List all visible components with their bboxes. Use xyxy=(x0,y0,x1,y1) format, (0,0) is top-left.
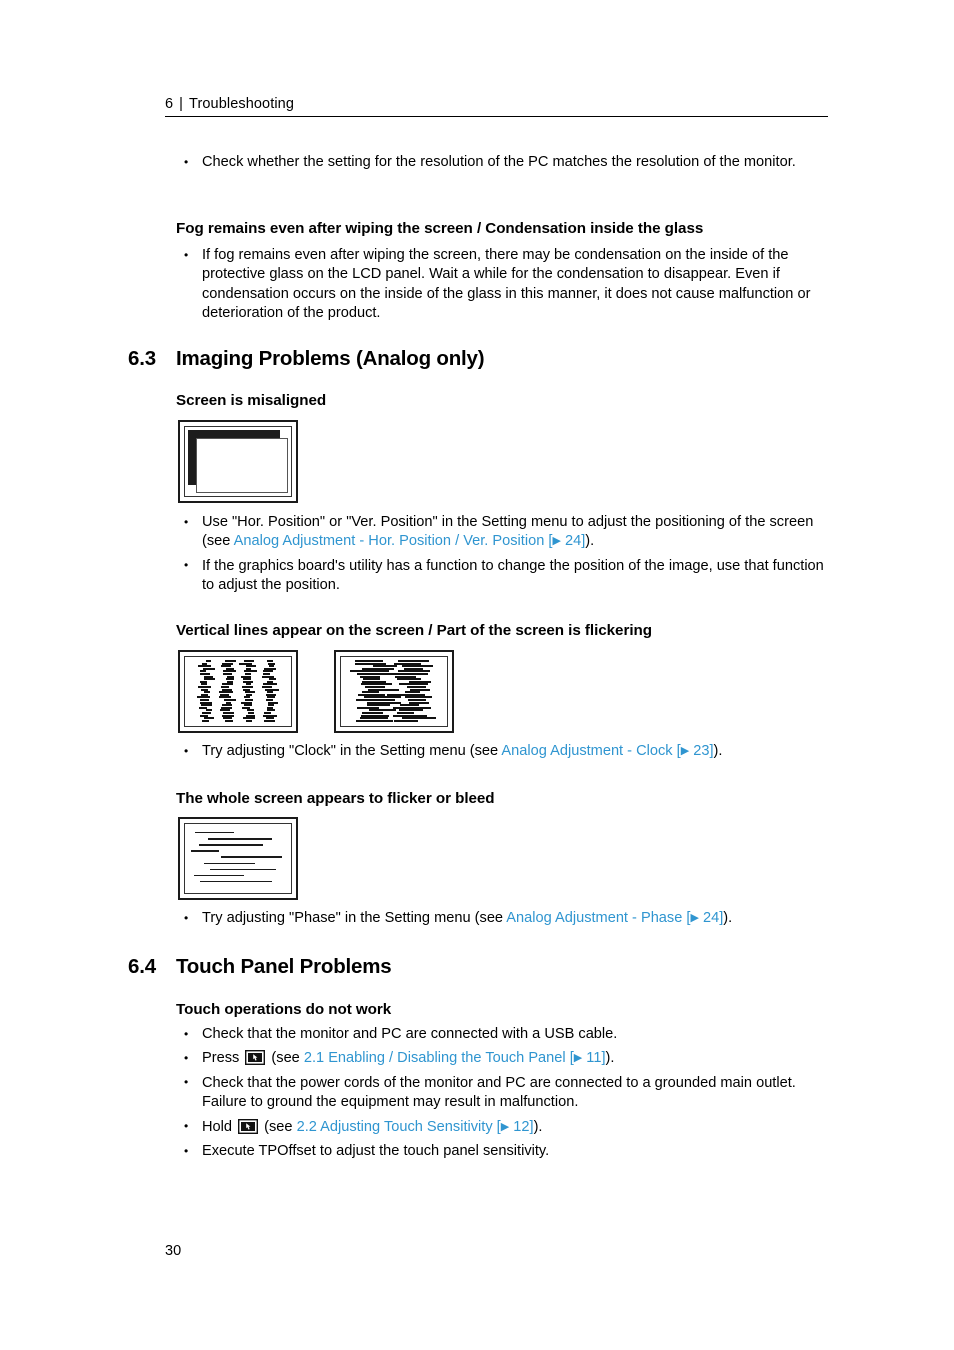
list-item: Use "Hor. Position" or "Ver. Position" i… xyxy=(176,513,836,552)
list-item: If fog remains even after wiping the scr… xyxy=(176,246,836,324)
monitor-screen-area xyxy=(184,823,292,894)
bullet-text-pre: Hold xyxy=(202,1118,237,1135)
bullet-text-post: ). xyxy=(605,1050,615,1067)
header-chapter-number: 6 xyxy=(165,96,174,112)
list-item: Check that the power cords of the monito… xyxy=(176,1073,836,1113)
list-item: Hold (see 2.2 Adjusting Touch Sensitivit… xyxy=(176,1117,836,1137)
monitor-flicker-noise-figure xyxy=(334,650,454,733)
bullet-text-pre: Try adjusting "Phase" in the Setting men… xyxy=(202,910,507,926)
list-item: Try adjusting "Clock" in the Setting men… xyxy=(176,741,836,761)
subheading-touch-operations: Touch operations do not work xyxy=(176,1001,392,1018)
subheading-screen-misaligned: Screen is misaligned xyxy=(176,392,327,409)
fog-bullet-list: If fog remains even after wiping the scr… xyxy=(176,246,836,324)
list-item: If the graphics board's utility has a fu… xyxy=(176,556,836,596)
bullet-text-post: ). xyxy=(585,533,595,550)
phase-bullet-list: Try adjusting "Phase" in the Setting men… xyxy=(176,908,836,928)
section-heading-6-4: 6.4 Touch Panel Problems xyxy=(128,955,392,979)
xref-label: Analog Adjustment - Hor. Position / Ver.… xyxy=(233,533,553,550)
monitor-misaligned-screen-figure xyxy=(178,420,298,503)
monitor-screen-area xyxy=(184,426,292,497)
document-page: 6 | Troubleshooting Check whether the sett… xyxy=(0,0,954,1350)
bullet-text-pre: Press xyxy=(202,1050,244,1067)
section-number: 6.4 xyxy=(128,955,156,978)
bullet-text-mid: (see xyxy=(267,1050,304,1067)
xref-label: Analog Adjustment - Phase [ xyxy=(506,910,691,926)
header-separator: | xyxy=(179,96,184,112)
monitor-flicker-bleed-figure xyxy=(178,817,298,900)
xref-page: 24] xyxy=(560,533,586,550)
fog-section-heading: Fog remains even after wiping the screen… xyxy=(176,220,704,237)
section-heading-6-3: 6.3 Imaging Problems (Analog only) xyxy=(128,347,485,371)
monitor-vertical-lines-figure xyxy=(178,650,298,733)
xref-link-hor-ver-position[interactable]: Analog Adjustment - Hor. Position / Ver.… xyxy=(234,533,586,549)
xref-link-clock[interactable]: Analog Adjustment - Clock [▶ 23] xyxy=(501,743,713,759)
xref-link-adjusting-touch-sensitivity[interactable]: 2.2 Adjusting Touch Sensitivity [▶ 12] xyxy=(297,1119,534,1135)
xref-link-phase[interactable]: Analog Adjustment - Phase [▶ 24] xyxy=(506,910,723,926)
bullet-text-post: ). xyxy=(533,1118,543,1135)
section-number: 6.3 xyxy=(128,347,156,370)
xref-page: 11] xyxy=(582,1050,606,1067)
list-item: Try adjusting "Phase" in the Setting men… xyxy=(176,908,836,928)
subheading-vertical-lines: Vertical lines appear on the screen / Pa… xyxy=(176,622,652,639)
section-title: Imaging Problems (Analog only) xyxy=(176,347,485,370)
section-title: Touch Panel Problems xyxy=(176,955,392,978)
list-item: Execute TPOffset to adjust the touch pan… xyxy=(176,1142,836,1162)
list-item: Press (see 2.1 Enabling / Disabling the … xyxy=(176,1049,836,1069)
header-rule xyxy=(165,116,828,117)
misaligned-image-block xyxy=(196,438,288,493)
bullet-text-pre: Try adjusting "Clock" in the Setting men… xyxy=(202,743,502,759)
xref-label: 2.1 Enabling / Disabling the Touch Panel… xyxy=(303,1050,574,1067)
xref-page: 23] xyxy=(689,743,714,759)
list-item: Check whether the setting for the resolu… xyxy=(176,152,836,172)
bullet-text-post: ). xyxy=(713,743,723,759)
monitor-screen-area xyxy=(340,656,448,727)
xref-label: Analog Adjustment - Clock [ xyxy=(501,743,681,759)
xref-arrow-icon: ▶ xyxy=(690,912,699,924)
running-header: 6 | Troubleshooting xyxy=(165,96,828,117)
xref-page: 24] xyxy=(698,910,724,926)
xref-arrow-icon: ▶ xyxy=(680,745,690,757)
misaligned-bullet-list: Use "Hor. Position" or "Ver. Position" i… xyxy=(176,513,836,596)
xref-page: 12] xyxy=(509,1118,534,1135)
intro-bullet-list: Check whether the setting for the resolu… xyxy=(176,152,836,172)
xref-arrow-icon: ▶ xyxy=(500,1120,510,1133)
xref-label: 2.2 Adjusting Touch Sensitivity [ xyxy=(296,1118,501,1135)
monitor-screen-area xyxy=(184,656,292,727)
header-chapter-title: Troubleshooting xyxy=(189,96,294,112)
list-item: Check that the monitor and PC are connec… xyxy=(176,1024,836,1044)
xref-link-enabling-touch-panel[interactable]: 2.1 Enabling / Disabling the Touch Panel… xyxy=(304,1050,606,1066)
subheading-whole-screen-flicker: The whole screen appears to flicker or b… xyxy=(176,790,495,807)
bullet-text-post: ). xyxy=(723,910,733,926)
touch-panel-key-icon xyxy=(238,1118,259,1134)
xref-arrow-icon: ▶ xyxy=(552,535,561,548)
header-text: 6 | Troubleshooting xyxy=(165,96,828,116)
touch-panel-bullet-list: Check that the monitor and PC are connec… xyxy=(176,1024,836,1162)
xref-arrow-icon: ▶ xyxy=(573,1052,583,1065)
touch-panel-key-icon xyxy=(245,1050,266,1066)
clock-bullet-list: Try adjusting "Clock" in the Setting men… xyxy=(176,741,836,761)
page-number: 30 xyxy=(165,1243,182,1259)
bullet-text-mid: (see xyxy=(260,1118,297,1135)
